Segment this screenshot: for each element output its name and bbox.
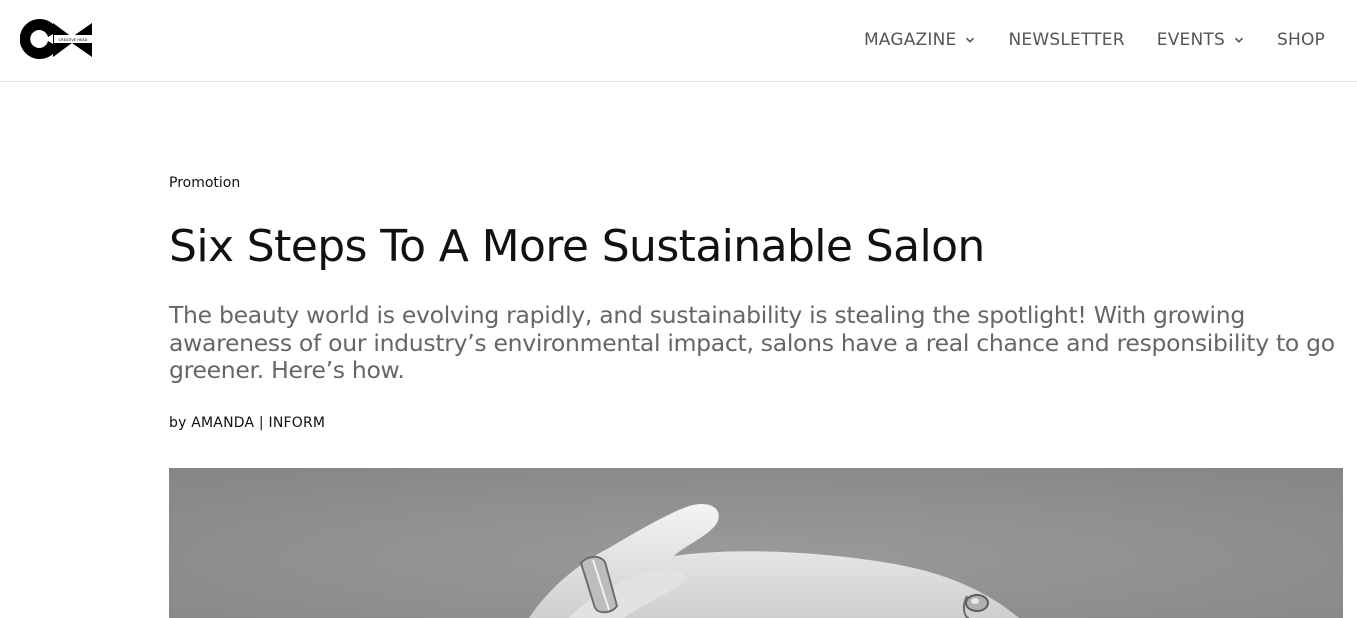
chevron-down-icon <box>966 37 975 43</box>
hero-photo <box>169 468 1343 618</box>
logo-text: CREATIVE HEAD <box>59 38 88 42</box>
nav-item-label: EVENTS <box>1156 30 1225 50</box>
site-header: CREATIVE HEAD MAGAZINE NEWSLETTER EVENTS… <box>0 0 1357 82</box>
article-category[interactable]: Promotion <box>169 175 240 191</box>
hero-image <box>169 468 1343 618</box>
nav-item-label: MAGAZINE <box>863 30 957 50</box>
nav-item-shop[interactable]: SHOP <box>1277 30 1325 50</box>
main-nav: MAGAZINE NEWSLETTER EVENTS SHOP <box>864 0 1325 80</box>
article-dek: The beauty world is evolving rapidly, an… <box>169 301 1335 384</box>
nav-item-newsletter[interactable]: NEWSLETTER <box>1008 30 1124 50</box>
creative-head-logo[interactable]: CREATIVE HEAD <box>20 19 93 59</box>
byline-separator: | <box>258 415 264 431</box>
author-link[interactable]: AMANDA <box>191 415 254 431</box>
byline-prefix: by <box>169 415 187 431</box>
chevron-down-icon <box>1234 37 1244 43</box>
nav-item-events[interactable]: EVENTS <box>1157 30 1245 50</box>
article-title: Six Steps To A More Sustainable Salon <box>169 221 985 272</box>
byline: by AMANDA | INFORM <box>169 415 325 431</box>
nav-item-label: SHOP <box>1276 30 1325 50</box>
nav-item-magazine[interactable]: MAGAZINE <box>864 30 977 50</box>
section-link[interactable]: INFORM <box>269 415 326 431</box>
nav-item-label: NEWSLETTER <box>1008 30 1125 50</box>
